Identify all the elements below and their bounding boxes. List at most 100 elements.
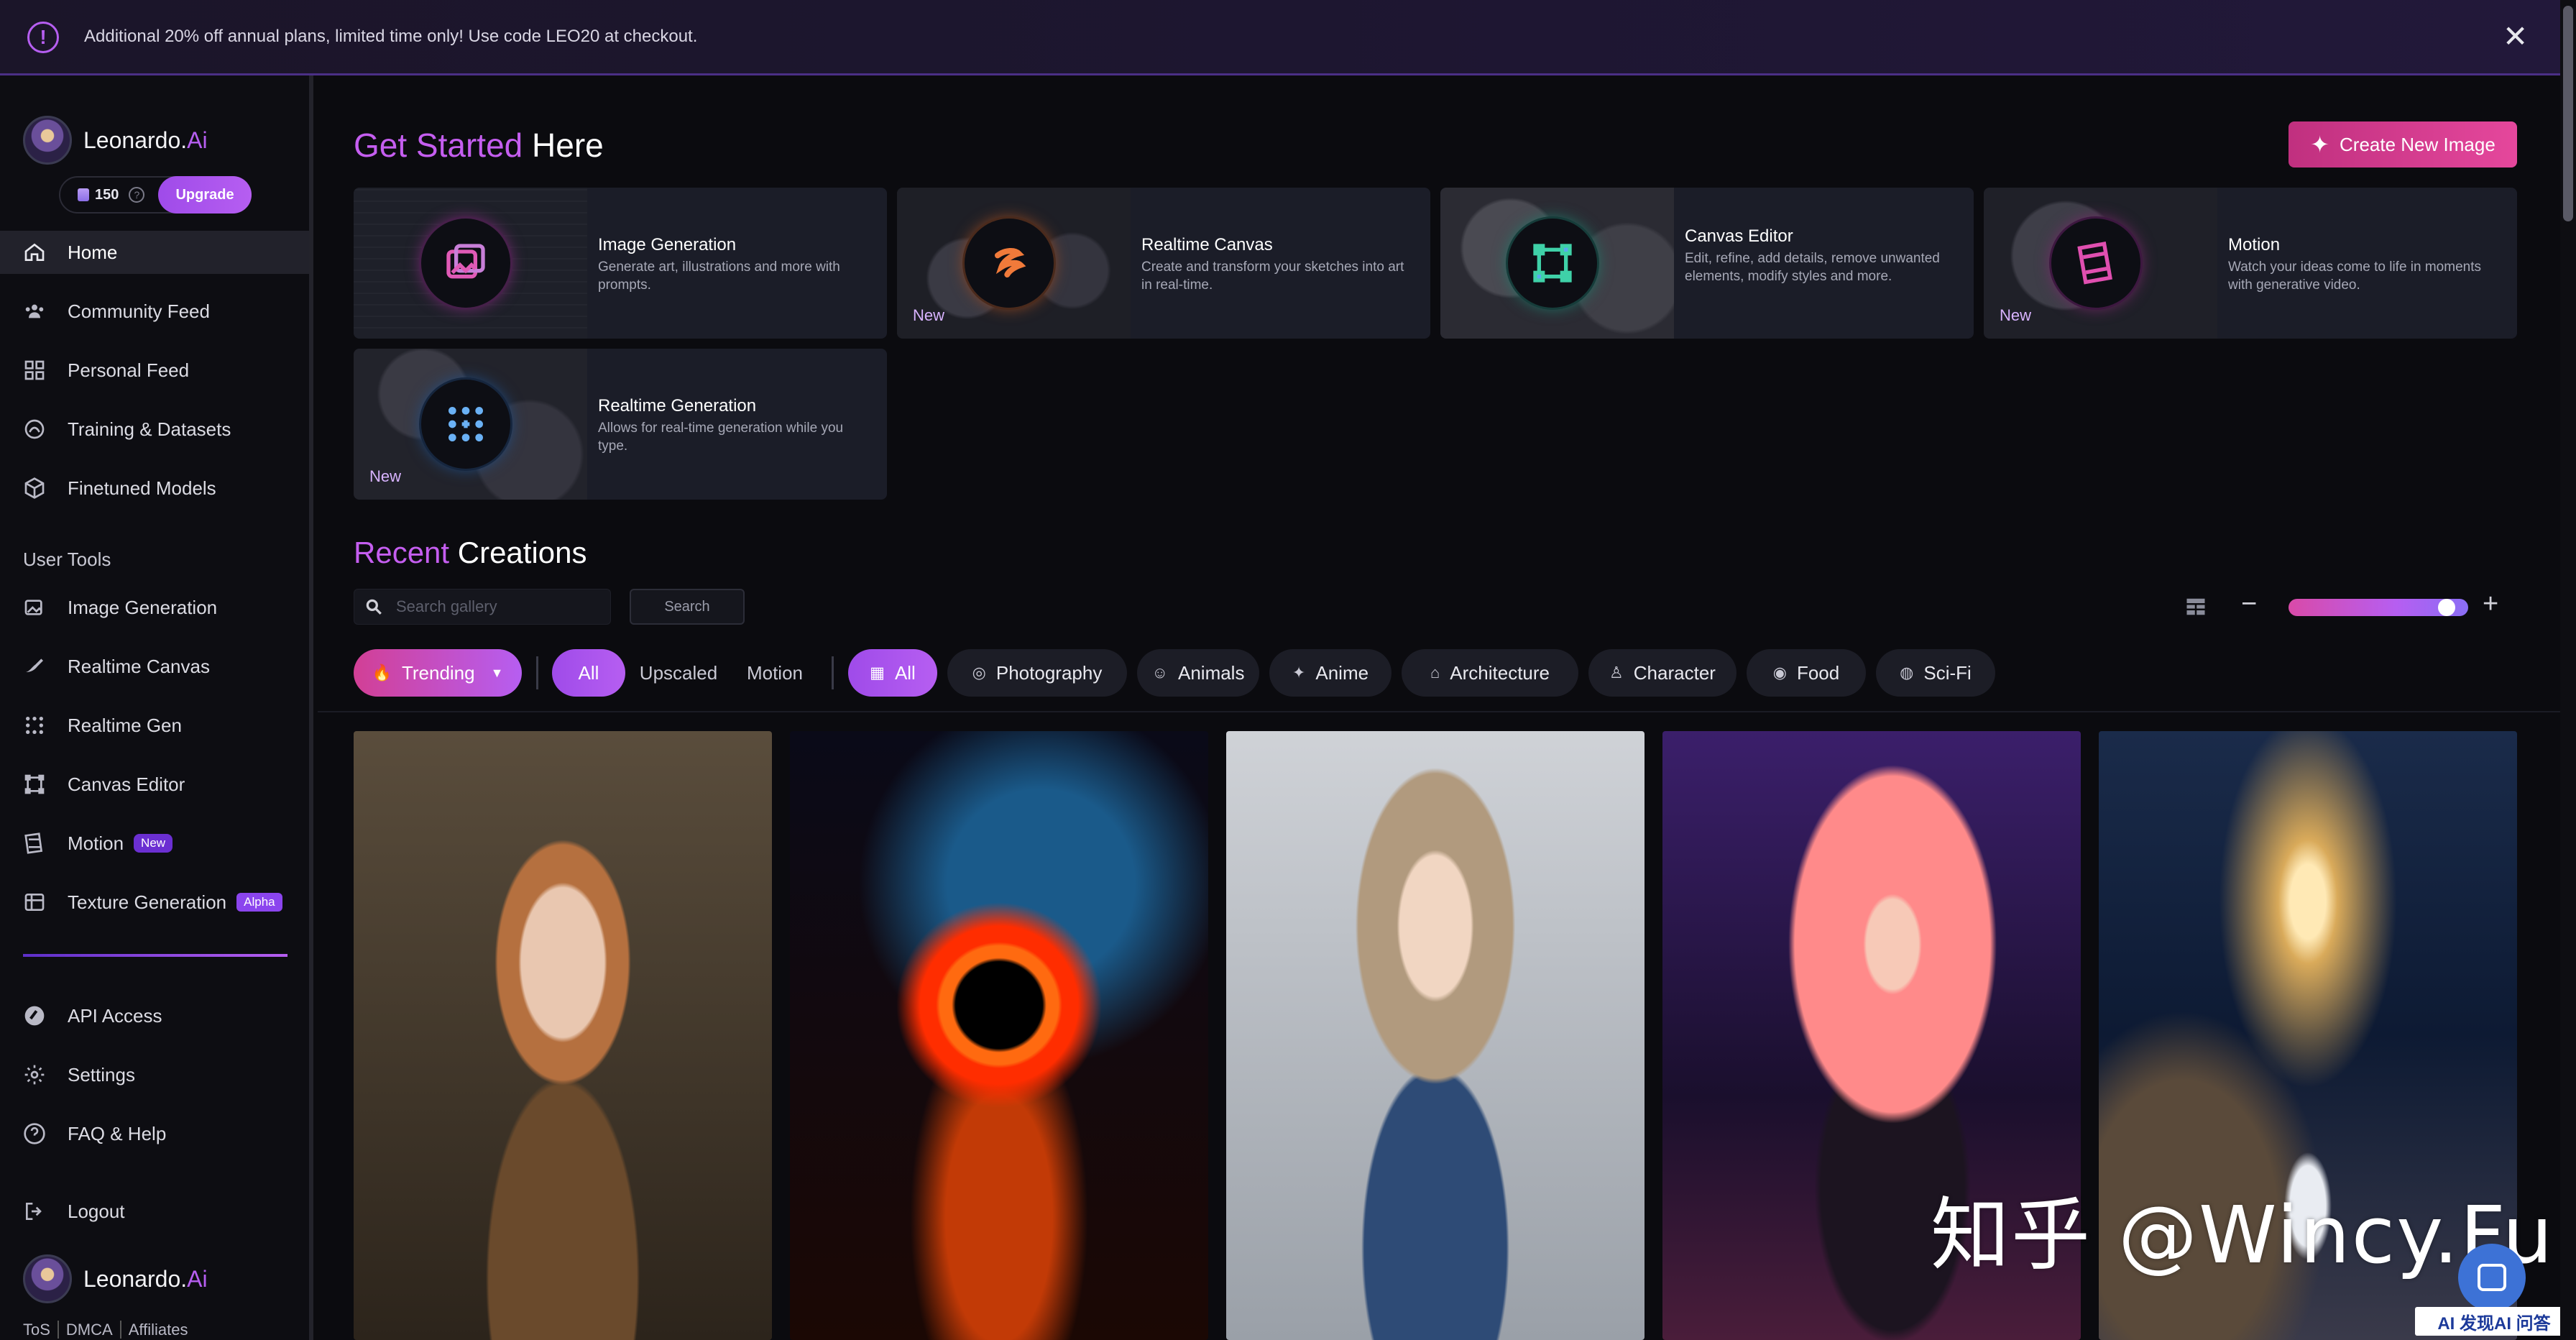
new-tag: New [369,467,402,485]
nav-realtime-gen[interactable]: Realtime Gen [0,704,309,747]
card-description: Generate art, illustrations and more wit… [598,260,840,293]
logout-button[interactable]: Logout [0,1190,309,1233]
upgrade-button[interactable]: Upgrade [158,176,252,214]
nav-label: Logout [68,1200,125,1222]
category-photography[interactable]: ◎ Photography [947,649,1127,697]
zoom-slider[interactable] [2288,599,2468,616]
question-icon [23,1122,46,1145]
category-food[interactable]: ◉ Food [1747,649,1866,697]
tool-card-motion[interactable]: Motion Watch your ideas come to life in … [1984,188,2517,339]
search-gallery-field[interactable] [354,589,611,625]
nav-motion[interactable]: Motion New [0,822,309,865]
search-input[interactable] [396,597,604,616]
dots-grid-icon [23,714,46,737]
affiliates-link[interactable]: Affiliates [119,1321,196,1339]
camera-icon: ◎ [972,664,986,682]
type-filter-all[interactable]: All [552,649,625,697]
credits-pill: 150 ? Upgrade [59,176,252,214]
nav-api-access[interactable]: API Access [0,994,309,1037]
gallery-image[interactable] [354,731,772,1340]
card-title: Motion [2228,235,2281,254]
brand-logo[interactable]: Leonardo.Ai [23,116,208,165]
flame-icon: 🔥 [372,664,392,682]
leonardo-logo-icon [23,1254,72,1303]
divider [318,711,2560,712]
chat-support-button[interactable] [2458,1244,2526,1311]
user-tools-heading: User Tools [23,549,111,570]
tool-card-image-generation[interactable]: Image Generation Generate art, illustrat… [354,188,887,339]
helmet-icon: ◍ [1900,664,1914,682]
nav-home[interactable]: Home [0,231,309,274]
image-gen-icon [23,596,46,619]
help-icon[interactable]: ? [129,187,145,203]
person-icon: ♙ [1609,664,1624,682]
sparkle-icon: ✦ [1292,664,1306,682]
nav-finetuned-models[interactable]: Finetuned Models [0,467,309,510]
category-all[interactable]: ▦ All [848,649,937,697]
alpha-badge: Alpha [236,893,282,912]
nav-label: Canvas Editor [68,773,185,795]
layout-icon[interactable] [2185,596,2207,618]
get-started-title: Get Started Here [354,127,604,164]
building-icon: ⌂ [1430,664,1440,682]
main-content: Get Started Here ✦ Create New Image Imag… [318,75,2560,1340]
category-animals[interactable]: ☺ Animals [1137,649,1259,697]
scrollbar-thumb[interactable] [2563,6,2573,221]
gallery-image[interactable] [790,731,1208,1340]
recent-creations-title: Recent Creations [354,536,587,569]
dmca-link[interactable]: DMCA [57,1321,120,1339]
nav-label: Image Generation [68,596,218,618]
tos-link[interactable]: ToS [23,1321,58,1339]
nav-training-datasets[interactable]: Training & Datasets [0,408,309,451]
search-button[interactable]: Search [630,589,745,625]
nav-label: Realtime Canvas [68,655,210,677]
gear-icon [23,1063,46,1086]
nav-personal-feed[interactable]: Personal Feed [0,349,309,392]
nav-realtime-canvas[interactable]: Realtime Canvas [0,645,309,688]
nav-image-generation[interactable]: Image Generation [0,586,309,629]
page-scrollbar[interactable] [2560,0,2576,1340]
film-icon [2051,219,2140,308]
card-title: Realtime Canvas [1141,235,1273,254]
nav-faq-help[interactable]: FAQ & Help [0,1112,309,1155]
nav-canvas-editor[interactable]: Canvas Editor [0,763,309,806]
credit-count: 150 [95,186,119,203]
new-badge: New [134,834,173,853]
community-icon [23,300,46,323]
search-icon [366,599,382,615]
gallery-image[interactable] [1226,731,1644,1340]
card-description: Edit, refine, add details, remove unwant… [1685,251,1940,284]
corner-logo: AI 发现AI 问答 [2415,1307,2573,1336]
nav-texture-generation[interactable]: Texture Generation Alpha [0,881,309,924]
film-icon [23,832,46,855]
category-anime[interactable]: ✦ Anime [1269,649,1392,697]
sparkle-icon: ✦ [2310,132,2330,157]
close-banner-button[interactable]: ✕ [2503,22,2528,52]
logout-icon [23,1200,46,1223]
frame-icon [23,773,46,796]
cube-icon [23,477,46,500]
grid-icon [23,359,46,382]
category-sci-fi[interactable]: ◍ Sci-Fi [1876,649,1995,697]
tool-card-realtime-canvas[interactable]: Realtime Canvas Create and transform you… [897,188,1430,339]
category-architecture[interactable]: ⌂ Architecture [1402,649,1578,697]
tool-card-realtime-generation[interactable]: Realtime Generation Allows for real-time… [354,349,887,500]
image-gen-icon [421,219,510,308]
training-icon [23,418,46,441]
paw-icon: ☺ [1151,664,1168,682]
home-icon [23,241,46,264]
slider-handle[interactable] [2437,599,2455,616]
nav-community-feed[interactable]: Community Feed [0,290,309,333]
nav-label: FAQ & Help [68,1122,167,1144]
brush-stroke-icon [965,219,1054,308]
sort-dropdown[interactable]: 🔥 Trending ▼ [354,649,522,697]
nav-settings[interactable]: Settings [0,1053,309,1096]
tool-card-canvas-editor[interactable]: Canvas Editor Edit, refine, add details,… [1440,188,1974,339]
type-filter-motion[interactable]: Motion [730,649,819,697]
type-filter-upscaled[interactable]: Upscaled [628,649,729,697]
zoom-out-button[interactable]: − [2241,589,2257,620]
sidebar: Leonardo.Ai 150 ? Upgrade Home Community… [0,75,313,1340]
zoom-in-button[interactable]: + [2483,589,2498,620]
category-character[interactable]: ♙ Character [1588,649,1736,697]
create-new-image-button[interactable]: ✦ Create New Image [2288,121,2517,168]
